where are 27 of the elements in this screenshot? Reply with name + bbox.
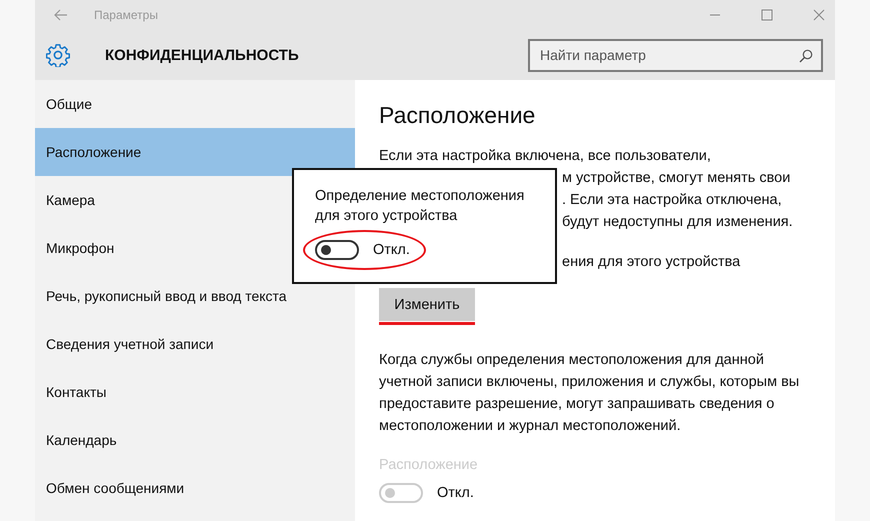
maximize-icon[interactable] <box>761 9 773 21</box>
account-description: Когда службы определения местоположения для данной учетной записи включены, приложения и службы, которым вы предоставите разрешение, могут запрашивать сведения о местоположении и журнал местоположений. <box>379 351 800 436</box>
sidebar-item[interactable]: Сведения учетной записи <box>35 320 355 368</box>
sidebar-item[interactable]: Обмен сообщениями <box>35 464 355 512</box>
change-button[interactable]: Изменить <box>379 288 475 321</box>
description-text: . Если эта настройка отключена, <box>562 192 782 208</box>
search-field[interactable]: Найти параметр <box>528 38 823 72</box>
close-icon[interactable] <box>813 9 825 21</box>
device-status-text: ения для этого устройства <box>562 254 740 270</box>
device-location-toggle[interactable] <box>315 240 359 260</box>
sidebar-item[interactable]: Расположение <box>35 128 355 176</box>
sidebar-item[interactable]: Речь, рукописный ввод и ввод текста <box>35 272 355 320</box>
search-icon[interactable] <box>799 48 813 62</box>
toggle-state: Откл. <box>373 242 410 258</box>
page-title: КОНФИДЕНЦИАЛЬНОСТЬ <box>105 46 299 64</box>
description-text: м устройстве, смогут менять свои <box>562 170 790 186</box>
back-arrow-icon[interactable] <box>54 9 68 21</box>
description-text: Если эта настройка включена, все пользователи, <box>379 148 711 164</box>
gear-icon <box>46 43 70 67</box>
sidebar-item[interactable]: Контакты <box>35 368 355 416</box>
section-title: Расположение <box>379 102 536 129</box>
description-text: будут недоступны для изменения. <box>562 214 793 230</box>
window-title: Параметры <box>94 8 158 22</box>
sidebar-item[interactable]: Общие <box>35 80 355 128</box>
popup-text: Определение местоположения для этого устройства <box>315 187 526 226</box>
toggle-state: Откл. <box>437 485 474 501</box>
sidebar-item[interactable]: Календарь <box>35 416 355 464</box>
